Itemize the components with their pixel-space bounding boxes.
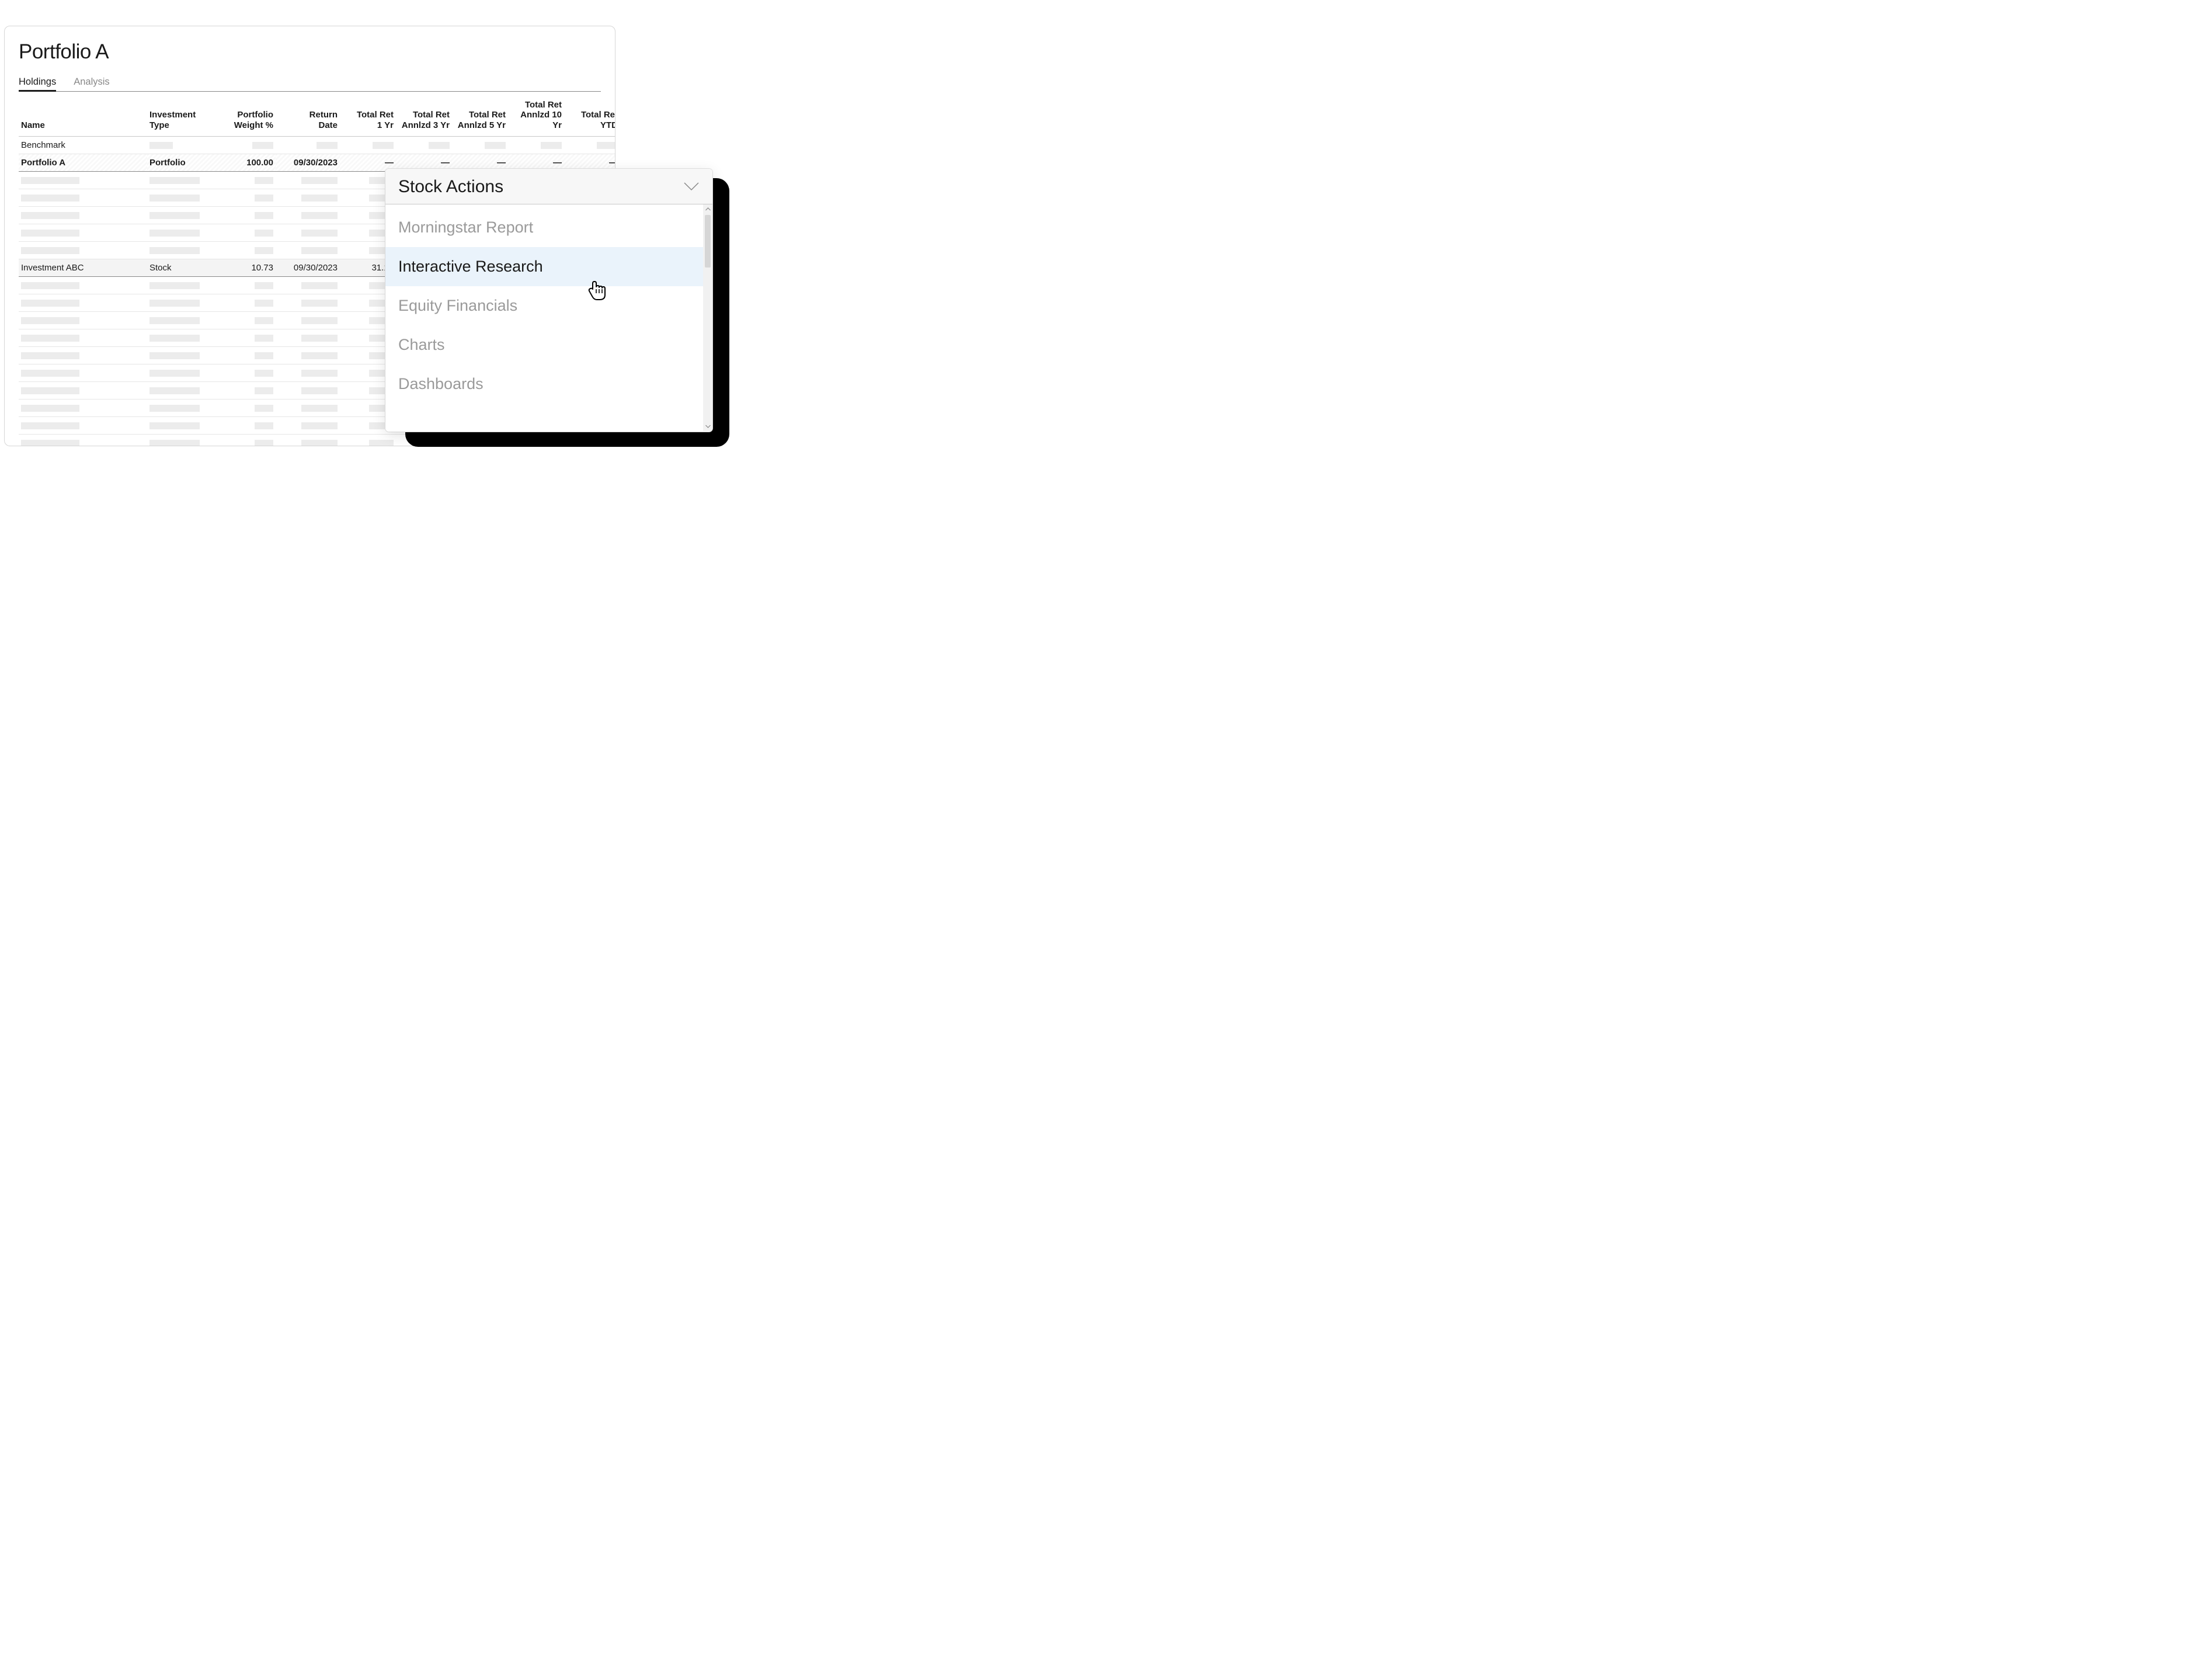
popup-item-equity-financials[interactable]: Equity Financials bbox=[385, 286, 712, 325]
tabbar: Holdings Analysis bbox=[19, 74, 601, 92]
col-investment-type[interactable]: InvestmentType bbox=[147, 96, 217, 136]
col-total-ret-1yr[interactable]: Total Ret1 Yr bbox=[340, 96, 396, 136]
col-total-ret-10yr[interactable]: Total RetAnnlzd 10 Yr bbox=[508, 96, 564, 136]
popup-item-charts[interactable]: Charts bbox=[385, 325, 712, 364]
table-header-row: Name InvestmentType PortfolioWeight % Re… bbox=[19, 96, 615, 136]
chevron-down-icon bbox=[683, 182, 700, 192]
popup-item-interactive-research[interactable]: Interactive Research bbox=[385, 247, 712, 286]
popup-item-morningstar-report[interactable]: Morningstar Report bbox=[385, 208, 712, 247]
popup-scrollbar[interactable] bbox=[703, 204, 712, 431]
row-benchmark[interactable]: Benchmark bbox=[19, 136, 615, 154]
popup-header[interactable]: Stock Actions bbox=[385, 169, 712, 204]
col-name[interactable]: Name bbox=[19, 96, 147, 136]
scroll-thumb[interactable] bbox=[705, 215, 711, 268]
col-total-ret-ytd[interactable]: Total RetYTD bbox=[564, 96, 615, 136]
popup-item-dashboards[interactable]: Dashboards bbox=[385, 364, 712, 404]
page-title: Portfolio A bbox=[19, 40, 601, 64]
stock-actions-popup: Stock Actions Morningstar Report Interac… bbox=[385, 169, 712, 432]
popup-list: Morningstar Report Interactive Research … bbox=[385, 204, 712, 407]
tab-holdings[interactable]: Holdings bbox=[19, 74, 56, 91]
col-total-ret-3yr[interactable]: Total RetAnnlzd 3 Yr bbox=[396, 96, 452, 136]
col-return-date[interactable]: ReturnDate bbox=[276, 96, 340, 136]
col-total-ret-5yr[interactable]: Total RetAnnlzd 5 Yr bbox=[452, 96, 508, 136]
col-portfolio-weight[interactable]: PortfolioWeight % bbox=[217, 96, 276, 136]
scroll-up-icon[interactable] bbox=[703, 204, 712, 214]
tab-analysis[interactable]: Analysis bbox=[74, 74, 109, 91]
popup-title: Stock Actions bbox=[398, 177, 503, 197]
scroll-down-icon[interactable] bbox=[703, 422, 712, 431]
